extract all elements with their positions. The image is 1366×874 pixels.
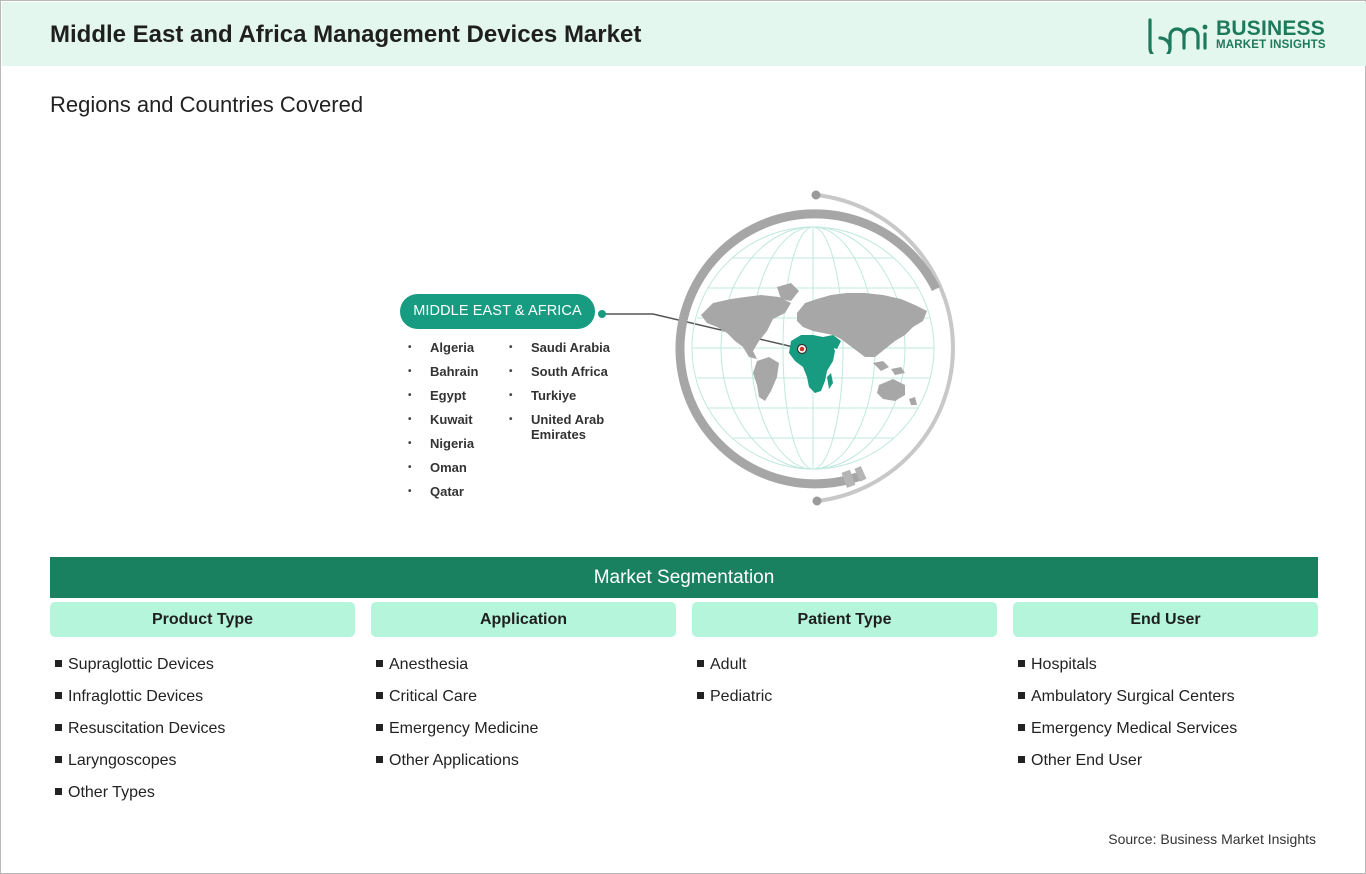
segment-item: Anesthesia [376, 653, 538, 685]
square-bullet-icon [1018, 692, 1025, 699]
segment-item: Emergency Medical Services [1018, 717, 1237, 749]
segment-heading-end-user: End User [1013, 602, 1318, 637]
segment-heading-product-type: Product Type [50, 602, 355, 637]
page-frame: Middle East and Africa Management Device… [0, 0, 1366, 874]
segment-item: Adult [697, 653, 772, 685]
square-bullet-icon [376, 724, 383, 731]
square-bullet-icon [55, 788, 62, 795]
page-title: Middle East and Africa Management Device… [50, 21, 642, 48]
segment-item: Hospitals [1018, 653, 1237, 685]
square-bullet-icon [697, 692, 704, 699]
square-bullet-icon [376, 692, 383, 699]
country-item: Kuwait [408, 411, 478, 435]
square-bullet-icon [376, 660, 383, 667]
square-bullet-icon [376, 756, 383, 763]
bmi-logo-mark-icon [1148, 18, 1208, 54]
square-bullet-icon [55, 724, 62, 731]
segment-heading-patient-type: Patient Type [692, 602, 997, 637]
segment-item: Other End User [1018, 749, 1237, 781]
logo-text-market-insights: MARKET INSIGHTS [1216, 39, 1326, 51]
square-bullet-icon [55, 756, 62, 763]
country-item: Algeria [408, 339, 478, 363]
segment-item: Other Types [55, 781, 225, 813]
source-note: Source: Business Market Insights [1108, 831, 1316, 847]
square-bullet-icon [55, 692, 62, 699]
segment-list-patient-type: Adult Pediatric [697, 653, 772, 717]
segment-list-application: Anesthesia Critical Care Emergency Medic… [376, 653, 538, 781]
segment-item: Ambulatory Surgical Centers [1018, 685, 1237, 717]
country-item: Qatar [408, 483, 478, 507]
square-bullet-icon [1018, 756, 1025, 763]
header-bar: Middle East and Africa Management Device… [2, 2, 1366, 66]
segment-item: Laryngoscopes [55, 749, 225, 781]
segment-item: Other Applications [376, 749, 538, 781]
square-bullet-icon [1018, 724, 1025, 731]
logo-text-business: BUSINESS [1216, 17, 1325, 40]
country-item: Oman [408, 459, 478, 483]
country-item: Bahrain [408, 363, 478, 387]
country-item: Nigeria [408, 435, 478, 459]
square-bullet-icon [697, 660, 704, 667]
country-list-left: Algeria Bahrain Egypt Kuwait Nigeria Oma… [408, 339, 478, 507]
market-segmentation-bar: Market Segmentation [50, 557, 1318, 598]
segment-item: Supraglottic Devices [55, 653, 225, 685]
bmi-logo: BUSINESS MARKET INSIGHTS [1146, 16, 1326, 56]
globe-map-icon [598, 190, 955, 506]
segment-heading-application: Application [371, 602, 676, 637]
segment-item: Emergency Medicine [376, 717, 538, 749]
segment-item: Resuscitation Devices [55, 717, 225, 749]
country-item: Egypt [408, 387, 478, 411]
segment-list-end-user: Hospitals Ambulatory Surgical Centers Em… [1018, 653, 1237, 781]
segment-item: Critical Care [376, 685, 538, 717]
square-bullet-icon [1018, 660, 1025, 667]
segment-item: Pediatric [697, 685, 772, 717]
section-subtitle: Regions and Countries Covered [50, 92, 364, 117]
segment-item: Infraglottic Devices [55, 685, 225, 717]
region-label-pill: MIDDLE EAST & AFRICA [400, 294, 595, 329]
square-bullet-icon [55, 660, 62, 667]
segment-list-product-type: Supraglottic Devices Infraglottic Device… [55, 653, 225, 813]
